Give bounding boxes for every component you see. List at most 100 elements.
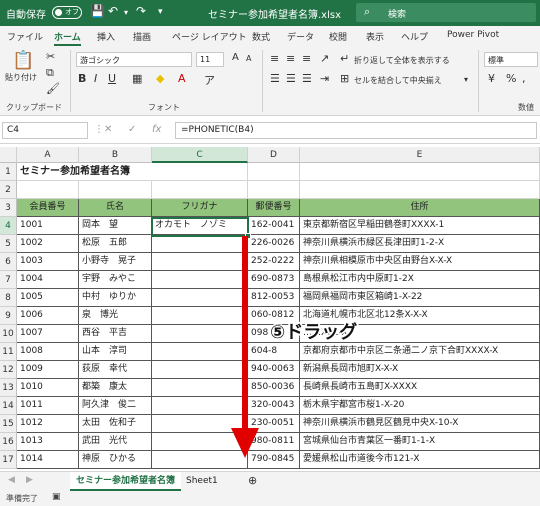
borders-icon[interactable]: ▦ [132,72,142,85]
cell-addr[interactable]: 島根県松江市内中原町1-2X [300,271,540,289]
tab-view[interactable]: 表示 [366,30,384,43]
cell-addr[interactable]: 福岡県福岡市東区箱崎1-X-22 [300,289,540,307]
row-header-13[interactable]: 13 [0,379,17,397]
header-cell-zip[interactable]: 郵便番号 [248,199,300,217]
number-format-combo[interactable]: 標準 [484,52,538,67]
align-middle-icon[interactable]: ≡ [286,52,295,65]
cell-num[interactable]: 1004 [17,271,79,289]
scroll-right-icon[interactable]: ▶ [26,475,33,485]
grow-font-icon[interactable]: A [232,52,239,63]
align-right-icon[interactable]: ☰ [302,72,312,85]
cell-name[interactable]: 岡本 望 [79,217,152,235]
copy-icon[interactable]: ⧉ [46,66,54,80]
cell-addr[interactable]: 長崎県長崎市五島町X-XXXX [300,379,540,397]
column-header-b[interactable]: B [79,147,152,163]
row-header-5[interactable]: 5 [0,235,17,253]
row-header-17[interactable]: 17 [0,451,17,469]
tab-formulas[interactable]: 数式 [252,30,270,43]
empty-cell[interactable] [248,163,300,181]
column-header-a[interactable]: A [17,147,79,163]
cell-addr[interactable]: 栃木県宇都宮市桜1-X-20 [300,397,540,415]
formula-input[interactable]: =PHONETIC(B4) [175,122,537,139]
save-icon[interactable]: 💾 [90,4,105,18]
tab-draw[interactable]: 描画 [133,30,151,43]
empty-cell[interactable] [300,163,540,181]
percent-icon[interactable]: % [506,72,516,85]
cell-num[interactable]: 1005 [17,289,79,307]
accessibility-icon[interactable]: ▣ [52,492,61,502]
column-header-c[interactable]: C [152,147,248,163]
empty-cell[interactable] [79,181,152,199]
align-bottom-icon[interactable]: ≡ [302,52,311,65]
row-header-6[interactable]: 6 [0,253,17,271]
empty-cell[interactable] [248,181,300,199]
header-cell-kana[interactable]: フリガナ [152,199,248,217]
cell-addr[interactable]: 新潟県長岡市旭町X-X-X [300,361,540,379]
cell-num[interactable]: 1013 [17,433,79,451]
merge-center-icon[interactable]: ⊞ [340,72,349,85]
align-left-icon[interactable]: ☰ [270,72,280,85]
tab-file[interactable]: ファイル [7,30,43,43]
empty-cell[interactable] [17,181,79,199]
cell-name[interactable]: 武田 光代 [79,433,152,451]
row-header-7[interactable]: 7 [0,271,17,289]
enter-icon[interactable]: ✓ [128,124,136,135]
cut-icon[interactable]: ✂ [46,50,55,63]
row-header-10[interactable]: 10 [0,325,17,343]
column-header-e[interactable]: E [300,147,540,163]
cell-name[interactable]: 宇野 みやこ [79,271,152,289]
font-size-combo[interactable]: 11 [196,52,224,67]
cell-addr[interactable]: 宮城県仙台市青葉区一番町1-1-X [300,433,540,451]
row-header-11[interactable]: 11 [0,343,17,361]
cell-addr[interactable]: 愛媛県松山市道後今市121-X [300,451,540,469]
tab-power-pivot[interactable]: Power Pivot [447,30,499,40]
row-header-8[interactable]: 8 [0,289,17,307]
row-header-2[interactable]: 2 [0,181,17,199]
search-box[interactable]: ⌕ 検索 [356,3,536,22]
font-name-combo[interactable]: 游ゴシック [76,52,192,67]
comma-icon[interactable]: , [522,72,526,85]
scroll-left-icon[interactable]: ◀ [8,475,15,485]
cell-name[interactable]: 阿久津 俊二 [79,397,152,415]
cell-name[interactable]: 都築 康太 [79,379,152,397]
undo-icon[interactable]: ↶ [108,4,118,18]
sheet-tab-sheet1[interactable]: Sheet1 [180,472,224,491]
column-header-d[interactable]: D [248,147,300,163]
row-header-15[interactable]: 15 [0,415,17,433]
orientation-icon[interactable]: ↗ [320,52,329,65]
empty-cell[interactable] [152,181,248,199]
cell-num[interactable]: 1012 [17,415,79,433]
phonetic-icon[interactable]: ア [204,72,215,88]
sheet-tab-active[interactable]: セミナー参加希望者名簿 [70,472,182,491]
header-cell-addr[interactable]: 住所 [300,199,540,217]
cell-name[interactable]: 西谷 平吉 [79,325,152,343]
cell-addr[interactable]: 東京都新宿区早稲田鶴巻町XXXX-1 [300,217,540,235]
insert-function-icon[interactable]: fx [152,124,161,135]
cell-num[interactable]: 1008 [17,343,79,361]
cell-num[interactable]: 1009 [17,361,79,379]
row-header-16[interactable]: 16 [0,433,17,451]
wrap-text-icon[interactable]: ↵ [340,52,349,65]
currency-icon[interactable]: ¥ [488,72,495,85]
row-header-14[interactable]: 14 [0,397,17,415]
autosave-toggle[interactable]: オフ [52,6,82,19]
underline-icon[interactable]: U [108,72,116,85]
add-sheet-icon[interactable]: ⊕ [248,474,257,487]
redo-icon[interactable]: ↷ [136,4,146,18]
format-painter-icon[interactable]: 🖌 [46,82,60,95]
cell-num[interactable]: 1007 [17,325,79,343]
align-center-icon[interactable]: ☰ [286,72,296,85]
shrink-font-icon[interactable]: A [246,54,251,63]
cell-num[interactable]: 1003 [17,253,79,271]
row-header-12[interactable]: 12 [0,361,17,379]
row-header-9[interactable]: 9 [0,307,17,325]
cell-num[interactable]: 1010 [17,379,79,397]
tab-page-layout[interactable]: ページ レイアウト [172,30,247,43]
cell-name[interactable]: 小野寺 晃子 [79,253,152,271]
header-cell-num[interactable]: 会員番号 [17,199,79,217]
cell-name[interactable]: 太田 佐和子 [79,415,152,433]
cell-name[interactable]: 神原 ひかる [79,451,152,469]
cell-num[interactable]: 1014 [17,451,79,469]
cell-name[interactable]: 松原 五郎 [79,235,152,253]
cell-num[interactable]: 1006 [17,307,79,325]
